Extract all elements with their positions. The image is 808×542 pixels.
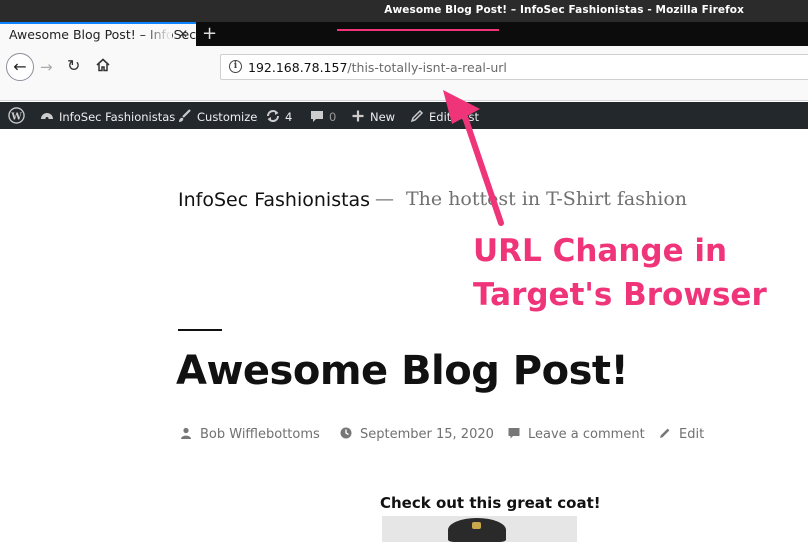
post-date[interactable]: September 15, 2020	[340, 427, 494, 442]
info-icon[interactable]: i	[229, 60, 242, 73]
site-tagline: The hottest in T-Shirt fashion	[406, 188, 687, 210]
reload-button[interactable]: ↻	[67, 56, 80, 75]
wordpress-menu[interactable]: W	[8, 107, 25, 127]
adminbar-new[interactable]: New	[351, 109, 395, 124]
url-host: 192.168.78.157	[248, 60, 348, 75]
adminbar-edit-post[interactable]: Edit Post	[410, 109, 479, 124]
adminbar-site-link[interactable]: InfoSec Fashionistas	[40, 109, 175, 124]
url-path: /this-totally-isnt-a-real-url	[347, 60, 507, 75]
annotation-line-1: URL Change in	[473, 233, 728, 269]
adminbar-updates[interactable]: 4	[266, 109, 292, 124]
title-divider	[178, 329, 222, 331]
back-button[interactable]: ←	[6, 53, 34, 81]
annotation-line-2: Target's Browser	[473, 277, 767, 313]
pencil-icon	[410, 109, 424, 123]
new-tab-icon[interactable]: +	[202, 23, 217, 44]
site-separator: —	[375, 188, 394, 210]
svg-text:W: W	[10, 111, 22, 122]
post-author-name: Bob Wifflebottoms	[200, 427, 320, 442]
clock-icon	[340, 427, 352, 439]
window-title: Awesome Blog Post! – InfoSec Fashionista…	[384, 4, 744, 16]
navigation-bar: ← → ↻ i 192.168.78.157/this-totally-isnt…	[0, 46, 808, 101]
window-titlebar: Awesome Blog Post! – InfoSec Fashionista…	[0, 0, 808, 22]
adminbar-customize-label: Customize	[197, 110, 258, 124]
plus-icon	[352, 110, 364, 122]
home-icon[interactable]	[95, 57, 111, 73]
refresh-icon	[267, 110, 279, 122]
pencil-icon	[660, 428, 670, 438]
adminbar-comments[interactable]: 0	[310, 109, 336, 124]
adminbar-updates-count: 4	[285, 110, 293, 124]
post-edit-link[interactable]: Edit	[659, 427, 704, 442]
url-bar[interactable]: i 192.168.78.157/this-totally-isnt-a-rea…	[220, 54, 808, 80]
forward-button[interactable]: →	[40, 58, 53, 76]
arrow-left-icon: ←	[13, 57, 27, 76]
post-date-text: September 15, 2020	[360, 427, 494, 442]
tab-strip: Awesome Blog Post! – InfoSec Fashionista…	[0, 22, 808, 46]
close-tab-icon[interactable]: ✕	[178, 27, 188, 41]
dashboard-icon	[41, 113, 53, 120]
coat-image	[382, 516, 577, 542]
wordpress-icon: W	[8, 107, 25, 124]
tab-active[interactable]: Awesome Blog Post! – InfoSec Fashionista…	[0, 22, 196, 46]
url-text[interactable]: 192.168.78.157/this-totally-isnt-a-real-…	[248, 60, 507, 75]
post-author[interactable]: Bob Wifflebottoms	[180, 427, 320, 442]
comment-icon	[311, 111, 323, 122]
annotation-underline	[337, 29, 499, 31]
adminbar-site-name: InfoSec Fashionistas	[59, 110, 176, 124]
user-icon	[181, 427, 191, 439]
wp-admin-bar: W InfoSec Fashionistas Customize 4 0 New	[0, 102, 808, 129]
adminbar-edit-post-label: Edit Post	[429, 110, 479, 124]
adminbar-new-label: New	[370, 110, 396, 124]
brush-icon	[179, 109, 191, 122]
comment-icon	[508, 428, 520, 439]
post-edit-text: Edit	[679, 427, 705, 442]
site-title[interactable]: InfoSec Fashionistas	[178, 189, 370, 211]
image-caption: Check out this great coat!	[380, 494, 601, 512]
post-comment-text: Leave a comment	[528, 427, 645, 442]
adminbar-customize[interactable]: Customize	[178, 109, 257, 124]
post-title: Awesome Blog Post!	[176, 348, 629, 394]
adminbar-comments-count: 0	[329, 110, 337, 124]
post-comment-link[interactable]: Leave a comment	[508, 427, 645, 442]
annotation-text: URL Change in Target's Browser	[473, 229, 767, 317]
